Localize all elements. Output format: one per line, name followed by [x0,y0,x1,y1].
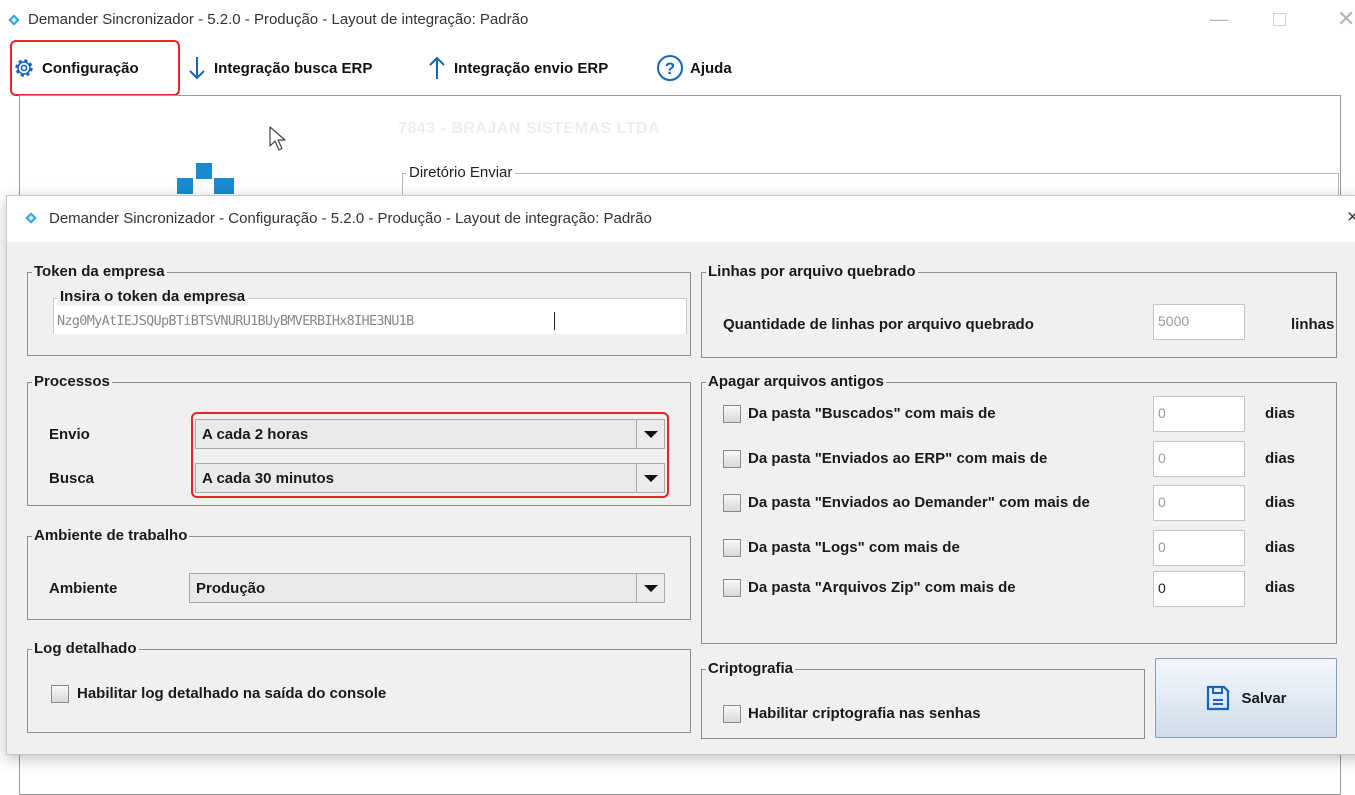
maximize-icon[interactable] [1273,13,1286,26]
chevron-down-icon[interactable] [636,574,664,602]
processos-group-legend: Processos [32,373,112,391]
cripto-checkbox-label: Habilitar criptografia nas senhas [748,705,981,722]
text-caret [554,312,555,330]
ambiente-select[interactable]: Produção [189,573,665,603]
menu-integracao-busca[interactable]: Integração busca ERP [186,42,372,94]
apagar-enviados-erp-label: Da pasta "Enviados ao ERP" com mais de [748,450,1048,467]
ambiente-select-value: Produção [196,580,266,597]
save-icon [1207,685,1230,711]
diretorio-fieldset-top [402,173,1338,174]
busca-label: Busca [49,470,95,487]
save-button-label: Salvar [1241,689,1287,707]
menu-integracao-envio[interactable]: Integração envio ERP [426,42,608,94]
save-button[interactable]: Salvar [1155,658,1337,738]
company-name: 7843 - BRAJAN SISTEMAS LTDA [398,120,661,137]
highlight-box-processos [191,412,669,498]
log-checkbox-label: Habilitar log detalhado na saída do cons… [77,685,387,702]
app-icon [8,14,20,26]
menu-ajuda[interactable]: ? Ajuda [656,42,732,94]
close-icon[interactable]: ✕ [1337,8,1355,30]
apagar-enviados-erp-checkbox[interactable] [723,450,741,468]
apagar-enviados-demander-unit: dias [1265,494,1296,511]
highlight-box-configuracao [10,40,180,96]
apagar-zip-checkbox[interactable] [723,579,741,597]
menu-integracao-busca-label: Integração busca ERP [214,59,373,77]
config-dialog: Demander Sincronizador - Configuração - … [6,195,1355,755]
cripto-group-legend: Criptografia [706,660,796,678]
token-inner-legend: Insira o token da empresa [57,288,249,306]
token-group: Token da empresa Insira o token da empre… [27,263,691,356]
ambiente-group-legend: Ambiente de trabalho [32,527,190,545]
cripto-group: Criptografia [701,660,1145,739]
linhas-input[interactable]: 5000 [1153,304,1245,340]
menu-integracao-envio-label: Integração envio ERP [454,59,609,77]
apagar-logs-checkbox[interactable] [723,539,741,557]
apagar-group-legend: Apagar arquivos antigos [706,373,886,391]
cripto-checkbox[interactable] [723,705,741,723]
apagar-enviados-demander-checkbox[interactable] [723,494,741,512]
logo-square-right [214,178,234,194]
dialog-app-icon [25,212,37,224]
apagar-enviados-erp-unit: dias [1265,450,1296,467]
diretorio-fieldset-right [1338,173,1339,197]
apagar-enviados-demander-input[interactable]: 0 [1153,485,1245,521]
apagar-buscados-unit: dias [1265,405,1296,422]
arrow-up-icon [429,56,445,79]
menu-bar: Configuração Integração busca ERP Integr… [0,40,1355,96]
dialog-close-icon[interactable]: × [1347,207,1355,229]
apagar-zip-label: Da pasta "Arquivos Zip" com mais de [748,579,1016,596]
envio-label: Envio [49,426,90,443]
apagar-buscados-checkbox[interactable] [723,405,741,423]
apagar-logs-input[interactable]: 0 [1153,530,1245,566]
linhas-label: Quantidade de linhas por arquivo quebrad… [723,316,1034,333]
minimize-icon[interactable]: — [1210,10,1228,28]
ambiente-label: Ambiente [49,580,118,597]
main-titlebar: Demander Sincronizador - 5.2.0 - Produçã… [0,0,1355,42]
diretorio-enviar-label: Diretório Enviar [406,164,516,181]
dialog-titlebar: Demander Sincronizador - Configuração - … [7,196,1355,242]
apagar-logs-unit: dias [1265,539,1296,556]
logo-square-top [196,163,212,179]
apagar-zip-unit: dias [1265,579,1296,596]
linhas-unit: linhas [1291,316,1335,333]
apagar-buscados-label: Da pasta "Buscados" com mais de [748,405,996,422]
log-checkbox[interactable] [51,685,69,703]
apagar-enviados-erp-input[interactable]: 0 [1153,441,1245,477]
log-group-legend: Log detalhado [32,640,139,658]
dialog-title: Demander Sincronizador - Configuração - … [49,210,652,227]
token-input[interactable]: Nzg0MyAtIEJSQUpBTiBTSVNURU1BUyBMVERBIHx8… [57,313,414,329]
apagar-buscados-input[interactable]: 0 [1153,396,1245,432]
linhas-group-legend: Linhas por arquivo quebrado [706,263,918,281]
menu-ajuda-label: Ajuda [690,59,732,77]
diretorio-fieldset-left [402,173,403,197]
apagar-zip-input[interactable]: 0 [1153,571,1245,607]
main-window-title: Demander Sincronizador - 5.2.0 - Produçã… [28,11,529,28]
help-icon: ? [657,55,683,81]
arrow-down-icon [189,57,205,80]
svg-text:?: ? [665,59,675,78]
mouse-cursor-icon [269,126,286,151]
logo-square-left [177,178,193,194]
token-group-legend: Token da empresa [32,263,167,281]
apagar-logs-label: Da pasta "Logs" com mais de [748,539,960,556]
apagar-enviados-demander-label: Da pasta "Enviados ao Demander" com mais… [748,494,1090,511]
